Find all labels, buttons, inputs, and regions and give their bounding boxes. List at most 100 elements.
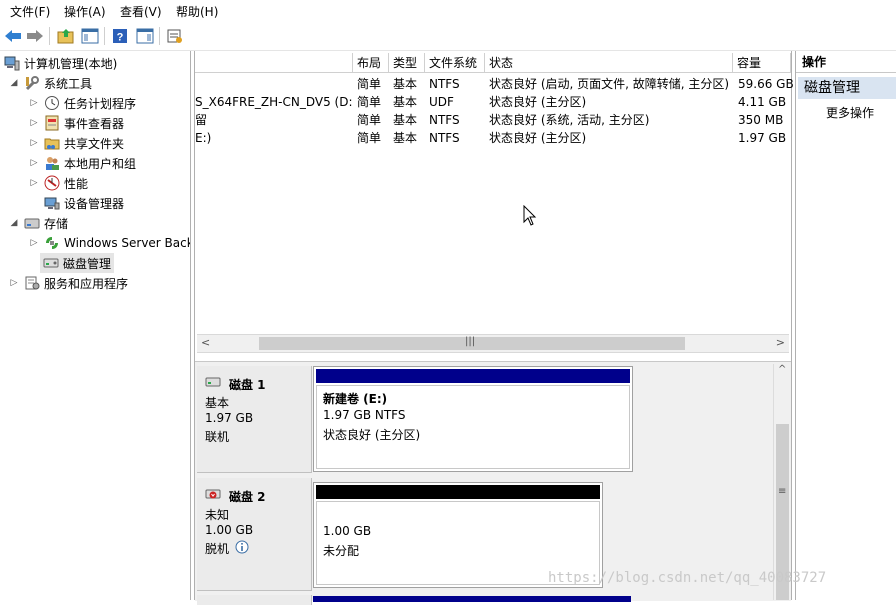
disk-name: 磁盘 2	[229, 490, 266, 504]
partition-status: 未分配	[323, 544, 360, 558]
tree-label: 性能	[64, 176, 89, 191]
cell-type: 基本	[393, 95, 418, 109]
collapse-arrow-icon[interactable]: ◢	[8, 77, 20, 89]
menu-file[interactable]: 文件(F)	[10, 3, 50, 20]
cell-volume: E:)	[195, 131, 212, 145]
forward-arrow-icon[interactable]	[25, 26, 45, 46]
partition-label: 新建卷 (E:)	[323, 392, 388, 406]
menu-view[interactable]: 查看(V)	[120, 3, 162, 20]
tree-item-system-tools[interactable]: ◢ 系统工具	[8, 73, 92, 93]
disk-state: 联机	[205, 430, 230, 444]
partition-size: 1.97 GB NTFS	[323, 408, 406, 422]
tree-item-windows-server-backup[interactable]: ▷ Windows Server Back	[28, 233, 190, 253]
tree-item-shared-folders[interactable]: ▷ 共享文件夹	[28, 133, 124, 153]
expand-arrow-icon[interactable]: ▷	[28, 117, 40, 129]
expand-arrow-icon[interactable]: ▷	[28, 237, 40, 249]
cell-status: 状态良好 (系统, 活动, 主分区)	[489, 113, 650, 127]
cell-status: 状态良好 (启动, 页面文件, 故障转储, 主分区)	[489, 77, 730, 91]
disk-3-label[interactable]	[197, 595, 312, 605]
menu-action[interactable]: 操作(A)	[64, 3, 106, 20]
column-header-status[interactable]: 状态	[485, 53, 733, 73]
primary-partition-bar	[313, 596, 631, 602]
disk-2-label[interactable]: 磁盘 2 未知 1.00 GB 脱机	[197, 478, 312, 591]
cell-type: 基本	[393, 113, 418, 127]
column-header-filesystem[interactable]: 文件系统	[425, 53, 485, 73]
disk-state: 脱机	[205, 542, 230, 556]
cell-layout: 简单	[357, 77, 382, 91]
tools-icon	[24, 75, 40, 91]
expand-arrow-icon[interactable]: ▷	[28, 157, 40, 169]
performance-icon	[44, 175, 60, 191]
device-manager-icon	[44, 195, 60, 211]
console-tree: 计算机管理(本地) ◢ 系统工具 ▷ 任务计划程序 ▷ 事件查看器 ▷ 共享文件…	[0, 51, 191, 600]
menu-help[interactable]: 帮助(H)	[176, 3, 218, 20]
disk-icon	[205, 377, 221, 387]
cell-filesystem: NTFS	[429, 131, 460, 145]
tree-label: 磁盘管理	[63, 256, 112, 271]
expand-arrow-icon[interactable]: ▷	[28, 137, 40, 149]
scroll-left-icon[interactable]: <	[201, 336, 210, 349]
show-hide-console-tree-icon[interactable]	[80, 26, 100, 46]
vertical-scrollbar[interactable]: ^ ≡	[773, 364, 791, 600]
backup-icon	[44, 235, 60, 251]
menu-bar: 文件(F) 操作(A) 查看(V) 帮助(H)	[0, 0, 896, 22]
cell-capacity: 1.97 GB	[738, 131, 787, 145]
properties-icon[interactable]	[165, 26, 185, 46]
tree-label: 事件查看器	[64, 116, 125, 131]
tree-label: 共享文件夹	[64, 136, 125, 151]
partition-status: 状态良好 (主分区)	[323, 428, 421, 442]
tree-label: 任务计划程序	[64, 96, 137, 111]
expand-arrow-icon[interactable]: ▷	[28, 97, 40, 109]
cell-volume: S_X64FRE_ZH-CN_DV5 (D:)	[195, 95, 353, 109]
column-header-layout[interactable]: 布局	[353, 53, 389, 73]
tree-item-task-scheduler[interactable]: ▷ 任务计划程序	[28, 93, 136, 113]
disk-type: 基本	[205, 396, 230, 410]
tree-item-storage[interactable]: ◢ 存储	[8, 213, 68, 233]
partition-e[interactable]: 新建卷 (E:) 1.97 GB NTFS 状态良好 (主分区)	[313, 366, 633, 472]
clock-icon	[44, 95, 60, 111]
disk-type: 未知	[205, 508, 230, 522]
volume-list: 布局 类型 文件系统 状态 容量 简单 基本 NTFS 状态良好 (启动, 页面…	[195, 53, 794, 333]
more-actions-link[interactable]: 更多操作	[826, 105, 874, 121]
unallocated-bar	[316, 485, 600, 499]
tree-item-services-applications[interactable]: ▷ 服务和应用程序	[8, 273, 128, 293]
toolbar: ?	[0, 22, 896, 51]
collapse-arrow-icon[interactable]: ◢	[8, 217, 20, 229]
tree-item-local-users[interactable]: ▷ 本地用户和组	[28, 153, 136, 173]
expand-arrow-icon[interactable]: ▷	[8, 277, 20, 289]
show-hide-action-pane-icon[interactable]	[135, 26, 155, 46]
scroll-thumb[interactable]: |||	[259, 336, 685, 350]
column-header-volume[interactable]	[195, 53, 353, 73]
cell-volume	[195, 75, 353, 93]
disk-1-label[interactable]: 磁盘 1 基本 1.97 GB 联机	[197, 366, 312, 473]
disk-map: 磁盘 1 基本 1.97 GB 联机 新建卷 (E:) 1.97 GB NTFS…	[195, 361, 791, 605]
action-pane: 操作 磁盘管理 更多操作	[795, 51, 896, 600]
offline-disk-icon	[205, 489, 221, 499]
tree-item-performance[interactable]: ▷ 性能	[28, 173, 88, 193]
action-section-disk-management[interactable]: 磁盘管理	[798, 77, 896, 99]
tree-item-disk-management[interactable]: 磁盘管理	[40, 253, 115, 273]
services-icon	[24, 275, 40, 291]
column-header-capacity[interactable]: 容量	[733, 53, 791, 73]
horizontal-scrollbar[interactable]: < ||| >	[197, 334, 789, 353]
info-icon[interactable]	[235, 540, 249, 554]
scroll-right-icon[interactable]: >	[776, 336, 785, 349]
disk-size: 1.97 GB	[205, 411, 254, 425]
up-folder-icon[interactable]	[56, 26, 76, 46]
storage-icon	[24, 215, 40, 231]
back-arrow-icon[interactable]	[3, 26, 23, 46]
disk-management-icon	[43, 255, 59, 271]
help-icon[interactable]: ?	[110, 26, 130, 46]
expand-arrow-icon[interactable]: ▷	[28, 177, 40, 189]
cell-capacity: 350 MB	[738, 113, 784, 127]
tree-item-event-viewer[interactable]: ▷ 事件查看器	[28, 113, 124, 133]
tree-item-device-manager[interactable]: 设备管理器	[44, 193, 124, 213]
column-header-type[interactable]: 类型	[389, 53, 425, 73]
cell-filesystem: NTFS	[429, 77, 460, 91]
action-pane-header: 操作	[796, 51, 896, 73]
cell-layout: 简单	[357, 95, 382, 109]
tree-label: 计算机管理(本地)	[24, 56, 118, 71]
scroll-up-icon[interactable]: ^	[778, 364, 786, 375]
tree-item-computer-management[interactable]: 计算机管理(本地)	[4, 53, 117, 73]
cell-capacity: 4.11 GB	[738, 95, 787, 109]
